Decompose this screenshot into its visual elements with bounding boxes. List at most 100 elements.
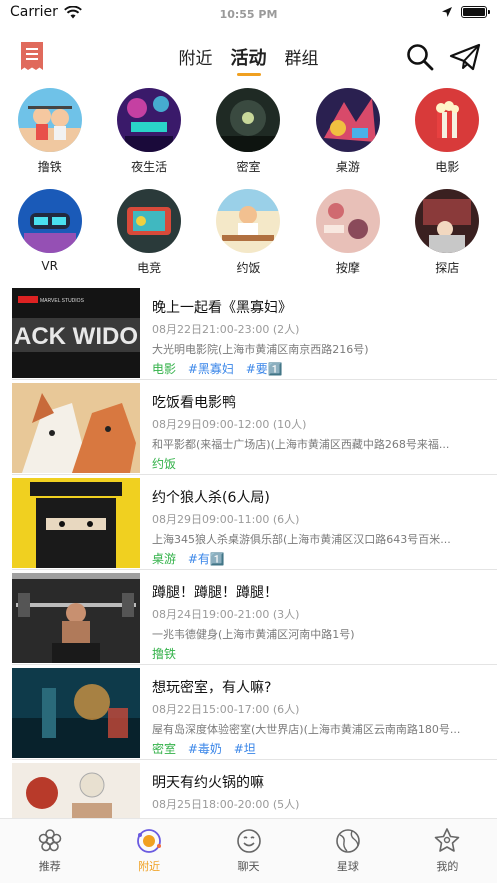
- event-info: 明天有约火锅的嘛 08月25日18:00-20:00 (5人): [152, 772, 487, 812]
- event-time: 08月29日09:00-11:00 (6人): [152, 513, 300, 526]
- tab-nearby-bottom[interactable]: 附近: [99, 819, 198, 883]
- tab-recommend[interactable]: 推荐: [0, 819, 99, 883]
- event-place: 屋有岛深度体验密室(大世界店)(上海市黄浦区云南南路180号...: [152, 723, 461, 736]
- event-time: 08月29日09:00-12:00 (10人): [152, 418, 307, 431]
- category-image: [117, 189, 182, 253]
- event-card[interactable]: 想玩密室，有人嘛? 08月22日15:00-17:00 (6人) 屋有岛深度体验…: [12, 665, 497, 760]
- category-label: 密室: [236, 160, 261, 174]
- tab-activity[interactable]: 活动: [231, 44, 267, 76]
- category-image: [415, 189, 480, 253]
- send-icon[interactable]: [449, 42, 481, 72]
- category-label: 按摩: [335, 261, 360, 275]
- event-card[interactable]: 约个狼人杀(6人局) 08月29日09:00-11:00 (6人) 上海345狼…: [12, 475, 497, 570]
- status-time: 10:55 PM: [219, 8, 278, 21]
- event-title: 蹲腿！蹲腿！蹲腿！: [152, 585, 278, 601]
- category-label: 探店: [435, 261, 460, 275]
- event-thumbnail: [12, 478, 140, 568]
- category-board-games[interactable]: 桌游: [298, 88, 397, 175]
- search-icon[interactable]: [405, 42, 435, 72]
- category-image: [415, 88, 480, 152]
- category-label: 电竞: [137, 261, 162, 275]
- event-tags: 约饭: [152, 455, 487, 472]
- category-nightlife[interactable]: 夜生活: [99, 88, 198, 175]
- category-lift[interactable]: 撸铁: [0, 88, 99, 175]
- category-explore-shop[interactable]: 探店: [398, 189, 497, 276]
- event-thumbnail: [12, 573, 140, 663]
- category-grid: 撸铁 夜生活 密室 桌游 电影 VR 电竞 约饭 按摩 探店: [0, 88, 497, 276]
- category-movie[interactable]: 电影: [398, 88, 497, 175]
- category-image: [117, 88, 182, 152]
- tab-label: 附近: [138, 860, 161, 873]
- tab-chat[interactable]: 聊天: [199, 819, 298, 883]
- tab-nearby[interactable]: 附近: [179, 44, 213, 76]
- tab-planet[interactable]: 星球: [298, 819, 397, 883]
- category-escape-room[interactable]: 密室: [199, 88, 298, 175]
- event-tags: 桌游 #有1️⃣: [152, 550, 487, 567]
- event-hashtag[interactable]: #坦: [234, 742, 256, 756]
- event-info: 吃饭看电影鸭 08月29日09:00-12:00 (10人) 和平影都(来福士广…: [152, 392, 487, 472]
- event-title: 约个狼人杀(6人局): [152, 490, 270, 506]
- event-category-tag[interactable]: 电影: [152, 362, 176, 376]
- event-thumbnail: [12, 763, 140, 818]
- event-thumbnail: MARVEL STUDIOS ACK WIDO: [12, 288, 140, 378]
- category-esports[interactable]: 电竞: [99, 189, 198, 276]
- event-info: 蹲腿！蹲腿！蹲腿！ 08月24日19:00-21:00 (3人) 一兆韦德健身(…: [152, 582, 487, 662]
- category-dining[interactable]: 约饭: [199, 189, 298, 276]
- event-hashtag[interactable]: #黑寡妇: [188, 362, 234, 376]
- event-category-tag[interactable]: 密室: [152, 742, 176, 756]
- category-massage[interactable]: 按摩: [298, 189, 397, 276]
- category-label: 桌游: [335, 160, 360, 174]
- category-image: [315, 88, 380, 152]
- category-image: [216, 88, 281, 152]
- event-card[interactable]: 吃饭看电影鸭 08月29日09:00-12:00 (10人) 和平影都(来福士广…: [12, 380, 497, 475]
- status-bar: Carrier 10:55 PM: [0, 0, 497, 26]
- top-nav: 附近 活动 群组: [0, 34, 497, 84]
- event-place: 和平影都(来福士广场店)(上海市黄浦区西藏中路268号来福...: [152, 438, 450, 451]
- status-right: [441, 6, 490, 18]
- tab-label: 星球: [336, 860, 359, 873]
- category-vr[interactable]: VR: [0, 189, 99, 276]
- event-hashtag[interactable]: #有1️⃣: [188, 552, 225, 566]
- event-title: 明天有约火锅的嘛: [152, 775, 264, 791]
- category-image: [315, 189, 380, 253]
- event-info: 晚上一起看《黑寡妇》 08月22日21:00-23:00 (2人) 大光明电影院…: [152, 297, 487, 377]
- event-card[interactable]: MARVEL STUDIOS ACK WIDO 晚上一起看《黑寡妇》 08月22…: [12, 285, 497, 380]
- category-label: 夜生活: [131, 160, 168, 174]
- event-tags: 密室 #毒奶 #坦: [152, 740, 487, 757]
- event-hashtag[interactable]: #毒奶: [188, 742, 222, 756]
- event-thumbnail: [12, 668, 140, 758]
- tab-profile[interactable]: 我的: [398, 819, 497, 883]
- event-title: 晚上一起看《黑寡妇》: [152, 300, 292, 316]
- category-label: 撸铁: [37, 160, 62, 174]
- event-tags: 撸铁: [152, 645, 487, 662]
- event-thumbnail: [12, 383, 140, 473]
- tab-label: 聊天: [237, 860, 260, 873]
- bottom-tab-bar: 推荐 附近 聊天 星球 我的: [0, 818, 497, 883]
- tab-label: 推荐: [38, 860, 61, 873]
- event-info: 想玩密室，有人嘛? 08月22日15:00-17:00 (6人) 屋有岛深度体验…: [152, 677, 487, 757]
- event-title: 吃饭看电影鸭: [152, 395, 236, 411]
- category-image: [216, 189, 281, 253]
- event-category-tag[interactable]: 约饭: [152, 457, 176, 471]
- event-place: 大光明电影院(上海市黄浦区南京西路216号): [152, 343, 369, 356]
- tab-groups[interactable]: 群组: [285, 44, 319, 76]
- event-info: 约个狼人杀(6人局) 08月29日09:00-11:00 (6人) 上海345狼…: [152, 487, 487, 567]
- flower-icon: [38, 829, 62, 852]
- event-category-tag[interactable]: 桌游: [152, 552, 176, 566]
- category-label: 电影: [435, 160, 460, 174]
- category-image: [17, 189, 82, 253]
- event-card[interactable]: 明天有约火锅的嘛 08月25日18:00-20:00 (5人): [12, 760, 497, 818]
- event-card[interactable]: 蹲腿！蹲腿！蹲腿！ 08月24日19:00-21:00 (3人) 一兆韦德健身(…: [12, 570, 497, 665]
- event-category-tag[interactable]: 撸铁: [152, 647, 176, 661]
- profile-icon: [435, 828, 460, 852]
- category-label: VR: [41, 259, 58, 273]
- event-place: 上海345狼人杀桌游俱乐部(上海市黄浦区汉口路643号百米...: [152, 533, 451, 546]
- event-title: 想玩密室，有人嘛?: [152, 680, 272, 696]
- thumbnail-title: ACK WIDO: [14, 323, 138, 350]
- event-hashtag[interactable]: #要1️⃣: [246, 362, 283, 376]
- event-time: 08月25日18:00-20:00 (5人): [152, 798, 300, 811]
- planet-icon: [336, 829, 360, 853]
- event-place: 一兆韦德健身(上海市黄浦区河南中路1号): [152, 628, 355, 641]
- event-time: 08月22日15:00-17:00 (6人): [152, 703, 300, 716]
- location-arrow-icon: [442, 7, 452, 17]
